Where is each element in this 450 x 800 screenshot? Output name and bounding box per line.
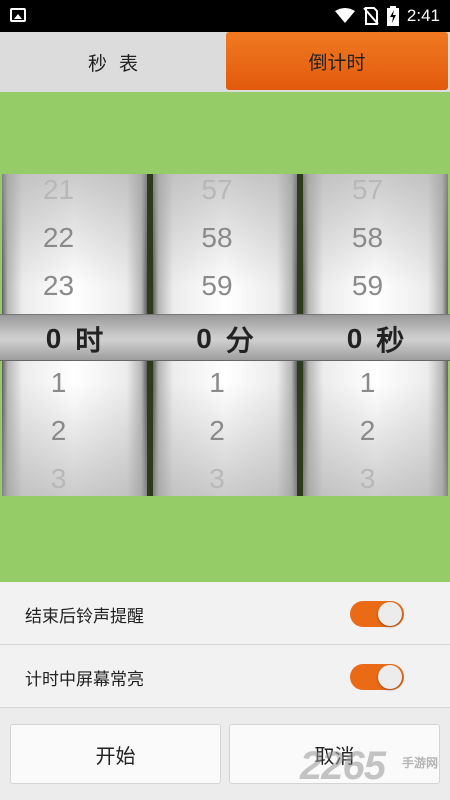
minute-option[interactable]: 2 xyxy=(153,415,297,447)
setting-label: 计时中屏幕常亮 xyxy=(25,669,144,690)
selection-band: 0 时 0 分 0 秒 xyxy=(0,314,450,361)
minute-option[interactable]: 3 xyxy=(153,463,297,495)
hour-option[interactable]: 23 xyxy=(2,270,147,302)
toggle-knob xyxy=(378,602,402,626)
countdown-screen: 2:41 秒 表 倒计时 21 22 23 1 2 3 57 58 59 1 2… xyxy=(0,0,450,800)
ring-reminder-toggle[interactable] xyxy=(350,601,404,627)
minutes-unit: 分 xyxy=(225,323,254,357)
setting-label: 结束后铃声提醒 xyxy=(25,606,144,627)
hour-option[interactable]: 22 xyxy=(2,222,147,254)
wifi-icon xyxy=(334,8,355,23)
selected-seconds[interactable]: 0 秒 xyxy=(303,315,448,362)
selected-minutes[interactable]: 0 分 xyxy=(153,315,297,362)
second-option[interactable]: 57 xyxy=(303,174,448,206)
battery-charging-icon xyxy=(386,6,399,26)
selected-minutes-value: 0 xyxy=(196,322,212,354)
second-option[interactable]: 1 xyxy=(303,367,448,399)
start-button[interactable]: 开始 xyxy=(10,724,221,784)
watermark-text: 2265 xyxy=(300,744,386,788)
tab-countdown[interactable]: 倒计时 xyxy=(226,32,448,90)
minute-option[interactable]: 1 xyxy=(153,367,297,399)
hour-option[interactable]: 2 xyxy=(2,415,147,447)
status-bar: 2:41 xyxy=(0,0,450,32)
setting-keep-screen-on: 计时中屏幕常亮 xyxy=(0,646,450,708)
image-notification-icon xyxy=(10,8,26,22)
second-option[interactable]: 58 xyxy=(303,222,448,254)
selected-seconds-value: 0 xyxy=(346,322,363,354)
status-icons: 2:41 xyxy=(334,0,440,32)
hours-unit: 时 xyxy=(75,323,104,357)
status-time: 2:41 xyxy=(406,6,440,25)
keep-screen-on-toggle[interactable] xyxy=(350,664,404,690)
hour-option[interactable]: 3 xyxy=(2,463,147,495)
setting-ring-after-finish: 结束后铃声提醒 xyxy=(0,583,450,645)
selected-hours[interactable]: 0 时 xyxy=(2,315,147,362)
minute-option[interactable]: 58 xyxy=(153,222,297,254)
mode-tabs: 秒 表 倒计时 xyxy=(0,32,450,92)
second-option[interactable]: 3 xyxy=(303,463,448,495)
seconds-unit: 秒 xyxy=(376,323,405,357)
second-option[interactable]: 59 xyxy=(303,270,448,302)
watermark-logo: 2265 手游网 xyxy=(300,740,450,800)
minute-option[interactable]: 57 xyxy=(153,174,297,206)
watermark-suffix: 手游网 xyxy=(402,756,439,770)
second-option[interactable]: 2 xyxy=(303,415,448,447)
time-picker: 21 22 23 1 2 3 57 58 59 1 2 3 57 58 59 1… xyxy=(0,174,450,496)
toggle-knob xyxy=(378,665,402,689)
minute-option[interactable]: 59 xyxy=(153,270,297,302)
no-sim-icon xyxy=(363,7,379,25)
hour-option[interactable]: 1 xyxy=(2,367,147,399)
tab-stopwatch[interactable]: 秒 表 xyxy=(0,32,226,92)
hour-option[interactable]: 21 xyxy=(2,174,147,206)
selected-hours-value: 0 xyxy=(45,322,62,354)
